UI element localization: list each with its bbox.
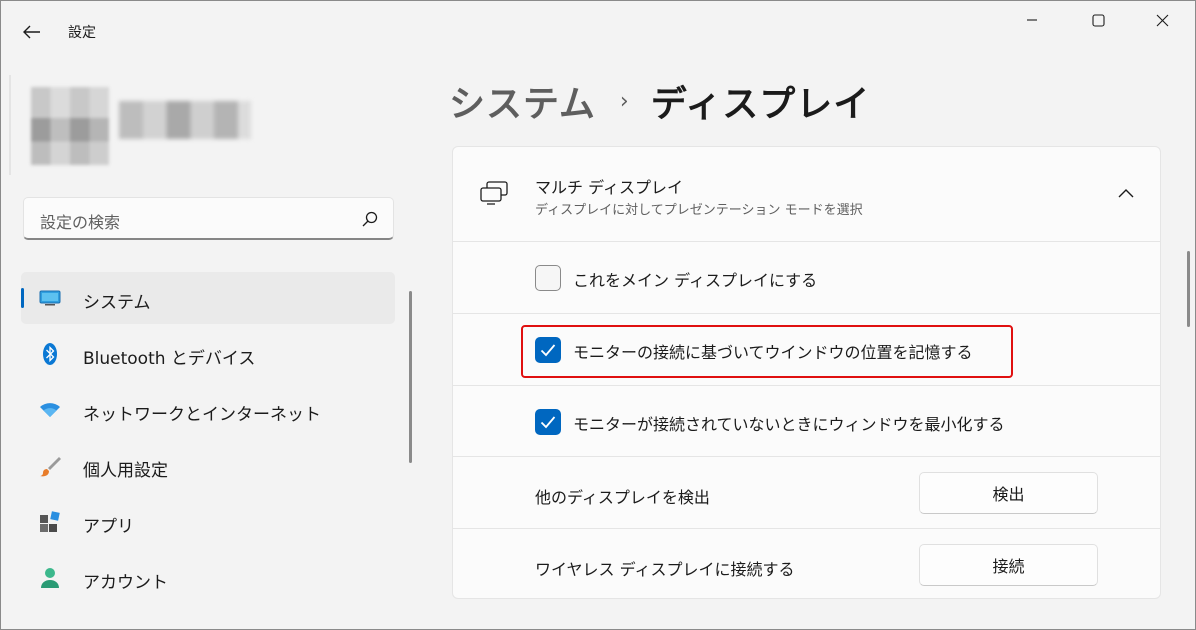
main-scrollbar[interactable] xyxy=(1187,251,1190,327)
maximize-icon xyxy=(1091,13,1105,27)
page-title: ディスプレイ xyxy=(650,84,871,125)
search-input[interactable]: 設定の検索 xyxy=(40,209,120,233)
user-name-blurred xyxy=(119,101,251,139)
sidebar-item-label: アカウント xyxy=(83,573,168,593)
settings-window: 設定 設定の検索 システム Bluetooth とデバイス ネットワークとインタ… xyxy=(0,0,1196,630)
chevron-up-icon[interactable] xyxy=(1115,184,1137,204)
back-button[interactable] xyxy=(15,17,49,47)
breadcrumb-separator: › xyxy=(619,88,629,114)
avatar xyxy=(31,87,109,165)
checkmark-icon xyxy=(540,416,556,429)
wireless-display-row: ワイヤレス ディスプレイに接続する 接続 xyxy=(453,530,1160,598)
brush-icon xyxy=(39,455,61,477)
detect-displays-label: 他のディスプレイを検出 xyxy=(535,488,710,507)
wireless-display-label: ワイヤレス ディスプレイに接続する xyxy=(535,560,795,579)
sidebar-item-apps[interactable]: アプリ xyxy=(21,496,395,548)
minimize-icon xyxy=(1027,19,1037,21)
sidebar-item-personalization[interactable]: 個人用設定 xyxy=(21,440,395,492)
sidebar-item-label: Bluetooth とデバイス xyxy=(83,349,256,369)
sidebar-item-label: 個人用設定 xyxy=(83,461,168,481)
sidebar-item-system[interactable]: システム xyxy=(21,272,395,324)
user-profile[interactable] xyxy=(9,69,269,179)
bluetooth-icon xyxy=(39,343,61,365)
sidebar-scrollbar[interactable] xyxy=(409,291,412,463)
system-display-icon xyxy=(39,287,61,309)
apps-icon xyxy=(39,511,61,533)
wifi-icon xyxy=(39,399,61,421)
active-indicator xyxy=(21,288,24,308)
section-subtitle: ディスプレイに対してプレゼンテーション モードを選択 xyxy=(535,203,863,218)
sidebar-nav: システム Bluetooth とデバイス ネットワークとインターネット 個人用設… xyxy=(21,272,395,608)
back-arrow-icon xyxy=(23,25,40,39)
option-row-main-display: これをメイン ディスプレイにする xyxy=(453,243,1160,314)
sidebar-item-accounts[interactable]: アカウント xyxy=(21,552,395,604)
sidebar-item-bluetooth[interactable]: Bluetooth とデバイス xyxy=(21,328,395,380)
breadcrumb-parent[interactable]: システム xyxy=(449,75,596,127)
close-button[interactable] xyxy=(1133,1,1191,39)
highlight-box xyxy=(521,325,1013,378)
multi-display-header[interactable]: マルチ ディスプレイ ディスプレイに対してプレゼンテーション モードを選択 xyxy=(453,147,1160,242)
multi-display-icon xyxy=(480,181,508,205)
connect-button[interactable]: 接続 xyxy=(919,544,1098,586)
option-row-minimize-windows: モニターが接続されていないときにウィンドウを最小化する xyxy=(453,387,1160,457)
option-label: これをメイン ディスプレイにする xyxy=(573,271,818,290)
sidebar-item-label: システム xyxy=(83,293,151,313)
title-bar: 設定 xyxy=(1,1,1195,61)
option-label: モニターが接続されていないときにウィンドウを最小化する xyxy=(573,415,1005,434)
main-display-checkbox[interactable] xyxy=(535,265,561,291)
sidebar-item-label: ネットワークとインターネット xyxy=(83,405,321,425)
close-icon xyxy=(1156,14,1168,26)
account-icon xyxy=(39,567,61,589)
maximize-button[interactable] xyxy=(1069,1,1127,39)
app-title: 設定 xyxy=(68,25,96,41)
minimize-button[interactable] xyxy=(1003,1,1061,39)
detect-button[interactable]: 検出 xyxy=(919,472,1098,514)
profile-divider xyxy=(9,75,11,175)
minimize-windows-checkbox[interactable] xyxy=(535,409,561,435)
search-box[interactable]: 設定の検索 xyxy=(23,197,394,240)
sidebar-item-network[interactable]: ネットワークとインターネット xyxy=(21,384,395,436)
breadcrumb: システム › ディスプレイ xyxy=(449,76,870,126)
detect-displays-row: 他のディスプレイを検出 検出 xyxy=(453,458,1160,529)
section-title: マルチ ディスプレイ xyxy=(535,178,683,197)
search-icon xyxy=(362,211,378,227)
sidebar-item-label: アプリ xyxy=(83,517,134,537)
